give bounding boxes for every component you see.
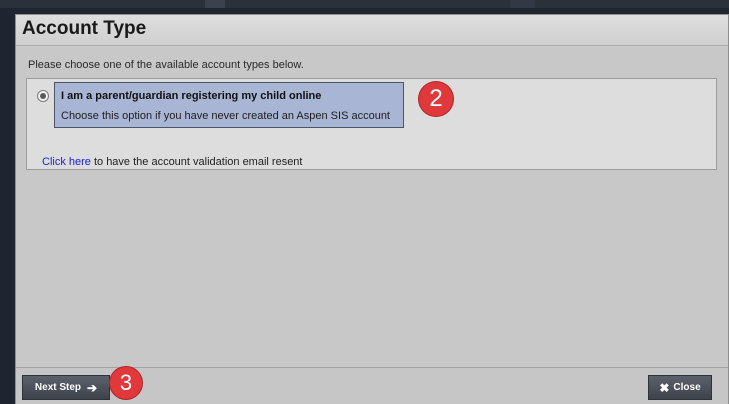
option-title: I am a parent/guardian registering my ch… <box>61 90 322 102</box>
instructions-text: Please choose one of the available accou… <box>28 59 304 71</box>
resend-email-text: Click here to have the account validatio… <box>42 156 302 168</box>
parent-guardian-option[interactable]: I am a parent/guardian registering my ch… <box>54 82 404 128</box>
close-label: Close <box>673 382 701 393</box>
close-button[interactable]: ✖ Close <box>648 375 712 400</box>
option-description: Choose this option if you have never cre… <box>61 110 390 122</box>
account-type-panel: I am a parent/guardian registering my ch… <box>26 78 717 170</box>
dialog-title: Account Type <box>22 18 147 39</box>
close-x-icon: ✖ <box>659 380 670 395</box>
account-type-dialog: Account Type Please choose one of the av… <box>15 14 729 404</box>
step-2-callout: 2 <box>419 82 453 116</box>
radio-selected-dot <box>40 93 46 99</box>
step-3-callout: 3 <box>110 367 142 399</box>
parent-guardian-radio[interactable] <box>37 90 49 102</box>
background-segment <box>205 0 225 8</box>
resend-email-link[interactable]: Click here <box>42 156 91 168</box>
resend-email-rest: to have the account validation email res… <box>90 156 303 168</box>
background-segment <box>510 0 535 8</box>
background-strip <box>0 0 729 8</box>
arrow-right-icon: ➔ <box>87 380 98 395</box>
dialog-title-bar: Account Type <box>16 15 728 46</box>
next-step-button[interactable]: Next Step ➔ <box>22 375 110 400</box>
next-step-label: Next Step <box>34 382 82 393</box>
